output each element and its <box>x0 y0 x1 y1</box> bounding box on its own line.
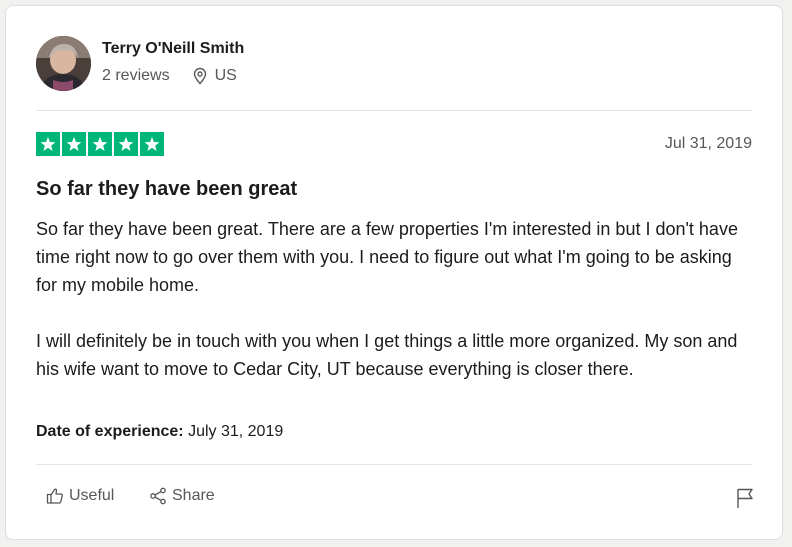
experience-date: July 31, 2019 <box>188 423 284 440</box>
star-icon <box>62 132 86 156</box>
report-button[interactable] <box>734 486 756 510</box>
review-card: Terry O'Neill Smith 2 reviews US Jul 31,… <box>5 5 783 540</box>
share-icon <box>150 487 166 505</box>
review-actions: Useful Share <box>36 486 756 512</box>
share-button[interactable]: Share <box>148 486 215 506</box>
review-paragraph: I will definitely be in touch with you w… <box>36 331 738 379</box>
date-of-experience: Date of experience: July 31, 2019 <box>36 423 283 441</box>
divider <box>36 464 752 465</box>
review-date: Jul 31, 2019 <box>664 135 752 152</box>
reviewer-country: US <box>214 67 237 84</box>
review-title[interactable]: So far they have been great <box>36 178 297 201</box>
location-pin-icon <box>191 67 209 85</box>
useful-label: Useful <box>69 487 115 504</box>
experience-label: Date of experience: <box>36 423 184 440</box>
reviews-count: 2 reviews <box>102 67 170 84</box>
star-icon <box>114 132 138 156</box>
divider <box>36 110 752 111</box>
star-icon <box>36 132 60 156</box>
reviewer-info: Terry O'Neill Smith 2 reviews US <box>36 36 756 96</box>
star-icon <box>88 132 112 156</box>
thumbs-up-icon <box>46 488 63 504</box>
reviewer-meta: 2 reviews US <box>102 67 237 85</box>
avatar[interactable] <box>36 36 91 91</box>
star-rating <box>36 132 164 156</box>
review-paragraph: So far they have been great. There are a… <box>36 219 738 295</box>
flag-icon <box>737 488 753 508</box>
share-label: Share <box>172 487 215 504</box>
star-icon <box>140 132 164 156</box>
review-body: So far they have been great. There are a… <box>36 215 756 383</box>
reviewer-name[interactable]: Terry O'Neill Smith <box>102 40 244 58</box>
useful-button[interactable]: Useful <box>45 486 114 506</box>
